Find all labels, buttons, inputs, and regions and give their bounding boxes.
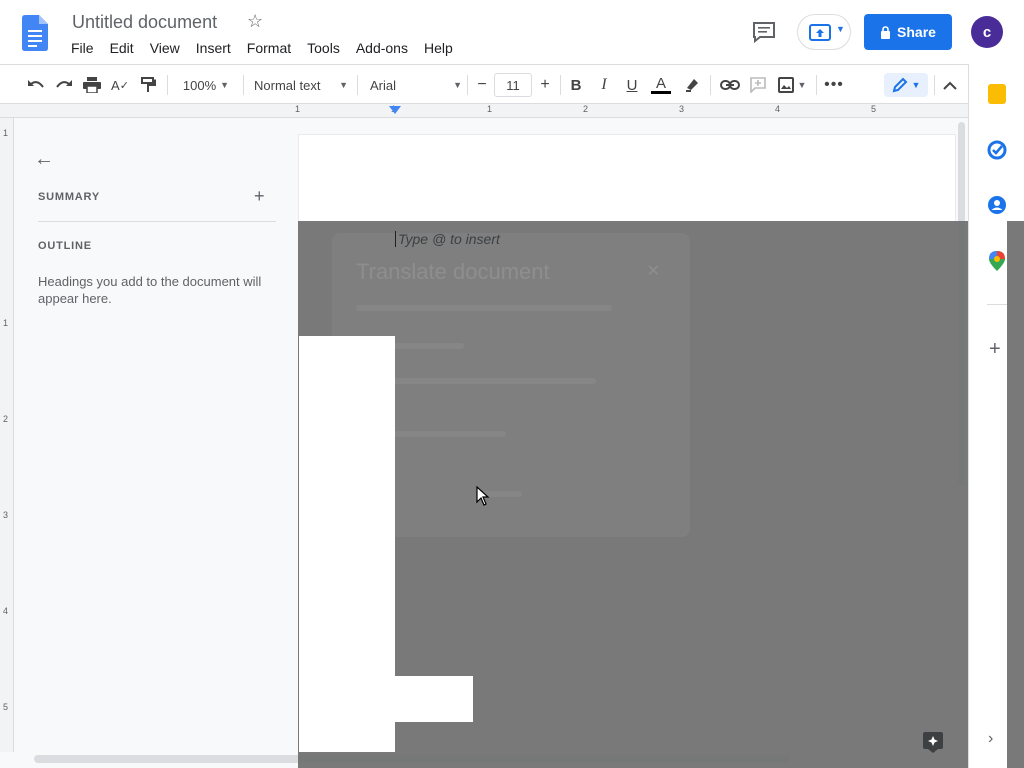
increase-font-size-icon[interactable]: + — [535, 73, 555, 97]
maps-icon[interactable] — [989, 251, 1005, 271]
ruler-number: 2 — [3, 414, 9, 424]
decrease-font-size-icon[interactable]: − — [472, 73, 492, 97]
share-label: Share — [897, 24, 936, 40]
type-to-insert-placeholder[interactable]: Type @ to insert — [395, 231, 500, 247]
ruler-number: 3 — [679, 104, 685, 114]
document-outline: ← SUMMARY + OUTLINE Headings you add to … — [14, 118, 298, 752]
ruler-number: 4 — [3, 606, 9, 616]
rendering-artifact — [395, 676, 473, 722]
horizontal-ruler: 1 1 1 2 3 4 5 — [0, 104, 968, 118]
present-button[interactable]: ▼ — [797, 14, 851, 50]
toolbar-divider — [710, 75, 711, 95]
dialog-title: Translate document — [356, 259, 550, 284]
chevron-down-icon: ▼ — [220, 80, 230, 90]
redo-icon[interactable] — [52, 73, 76, 97]
ruler-number: 4 — [775, 104, 781, 114]
font-select[interactable]: Arial ▼ — [370, 73, 462, 97]
chevron-down-icon: ▼ — [339, 80, 348, 90]
print-icon[interactable] — [80, 73, 104, 97]
font-value: Arial — [370, 77, 397, 93]
zoom-select[interactable]: 100% ▼ — [176, 73, 236, 97]
toolbar-divider — [357, 75, 358, 95]
menu-edit[interactable]: Edit — [102, 38, 142, 58]
menu-tools[interactable]: Tools — [299, 38, 348, 58]
toolbar-divider — [167, 75, 168, 95]
modal-overlay-edge — [1007, 221, 1024, 768]
ruler-number: 1 — [3, 128, 9, 138]
mouse-cursor-icon — [476, 486, 490, 506]
avatar[interactable]: c — [971, 16, 1003, 48]
outline-label: OUTLINE — [38, 240, 92, 252]
chevron-down-icon: ▼ — [911, 80, 921, 90]
spellcheck-icon[interactable]: A ✓ — [108, 73, 132, 97]
more-icon[interactable]: ••• — [822, 73, 846, 97]
collapse-menus-icon[interactable] — [940, 73, 960, 97]
zoom-value: 100% — [182, 77, 217, 93]
menu-bar: File Edit View Insert Format Tools Add-o… — [63, 38, 461, 58]
toolbar-divider — [934, 75, 935, 95]
chevron-down-icon: ▼ — [836, 24, 845, 34]
editing-mode-button[interactable]: ▼ — [884, 73, 928, 97]
menu-addons[interactable]: Add-ons — [348, 38, 416, 58]
outline-divider — [38, 221, 276, 222]
ruler-number: 5 — [871, 104, 877, 114]
style-value: Normal text — [254, 77, 321, 93]
comments-icon[interactable] — [752, 21, 776, 43]
back-arrow-icon[interactable]: ← — [34, 148, 54, 171]
present-icon — [809, 24, 831, 41]
link-icon[interactable] — [718, 73, 742, 97]
undo-icon[interactable] — [24, 73, 48, 97]
add-summary-icon[interactable]: + — [254, 186, 265, 207]
paint-format-icon[interactable] — [136, 73, 160, 97]
close-icon: ✕ — [646, 263, 660, 280]
outline-hint: Headings you add to the document will ap… — [38, 274, 262, 306]
indent-marker[interactable] — [389, 106, 401, 114]
summary-label: SUMMARY — [38, 191, 101, 203]
side-panel-divider — [987, 304, 1007, 305]
toolbar-divider — [243, 75, 244, 95]
star-icon[interactable]: ☆ — [247, 11, 263, 32]
explore-icon[interactable] — [922, 731, 944, 753]
text-color-icon[interactable]: A — [650, 73, 672, 97]
tasks-icon[interactable] — [987, 140, 1007, 160]
docs-logo-icon[interactable] — [22, 15, 48, 51]
underline-icon[interactable]: U — [622, 73, 642, 97]
dialog-text-line — [356, 305, 612, 311]
add-comment-icon[interactable] — [746, 73, 770, 97]
menu-insert[interactable]: Insert — [188, 38, 239, 58]
toolbar: A ✓ 100% ▼ Normal text ▼ Arial ▼ − 11 + B I … — [0, 64, 968, 104]
toolbar-divider — [560, 75, 561, 95]
font-size-input[interactable]: 11 — [494, 73, 532, 97]
chevron-down-icon: ▼ — [797, 80, 807, 90]
keep-icon[interactable] — [988, 84, 1006, 104]
menu-format[interactable]: Format — [239, 38, 299, 58]
share-button[interactable]: Share — [864, 14, 952, 50]
header: Untitled document ☆ File Edit View Inser… — [0, 0, 1024, 64]
toolbar-divider — [467, 75, 468, 95]
italic-icon[interactable]: I — [594, 73, 614, 97]
get-addons-icon[interactable]: + — [989, 338, 1001, 361]
highlight-icon[interactable] — [682, 73, 702, 97]
ruler-number: 1 — [487, 104, 493, 114]
ruler-number: 1 — [3, 318, 9, 328]
contacts-icon[interactable] — [987, 195, 1007, 215]
ruler-number: 1 — [295, 104, 301, 114]
lock-icon — [881, 25, 891, 39]
menu-help[interactable]: Help — [416, 38, 461, 58]
style-select[interactable]: Normal text ▼ — [254, 73, 348, 97]
chevron-down-icon: ▼ — [453, 80, 462, 90]
menu-file[interactable]: File — [63, 38, 102, 58]
ruler-number: 3 — [3, 510, 9, 520]
bold-icon[interactable]: B — [566, 73, 586, 97]
toolbar-divider — [816, 75, 817, 95]
menu-view[interactable]: View — [142, 38, 188, 58]
ruler-number: 5 — [3, 702, 9, 712]
rendering-artifact — [299, 336, 395, 752]
vertical-ruler: 1 1 2 3 4 5 — [0, 118, 14, 752]
document-title[interactable]: Untitled document — [72, 12, 217, 33]
pencil-icon — [892, 77, 907, 93]
ruler-number: 2 — [583, 104, 589, 114]
insert-image-icon[interactable]: ▼ — [776, 73, 808, 97]
chevron-right-icon[interactable]: › — [988, 730, 993, 748]
